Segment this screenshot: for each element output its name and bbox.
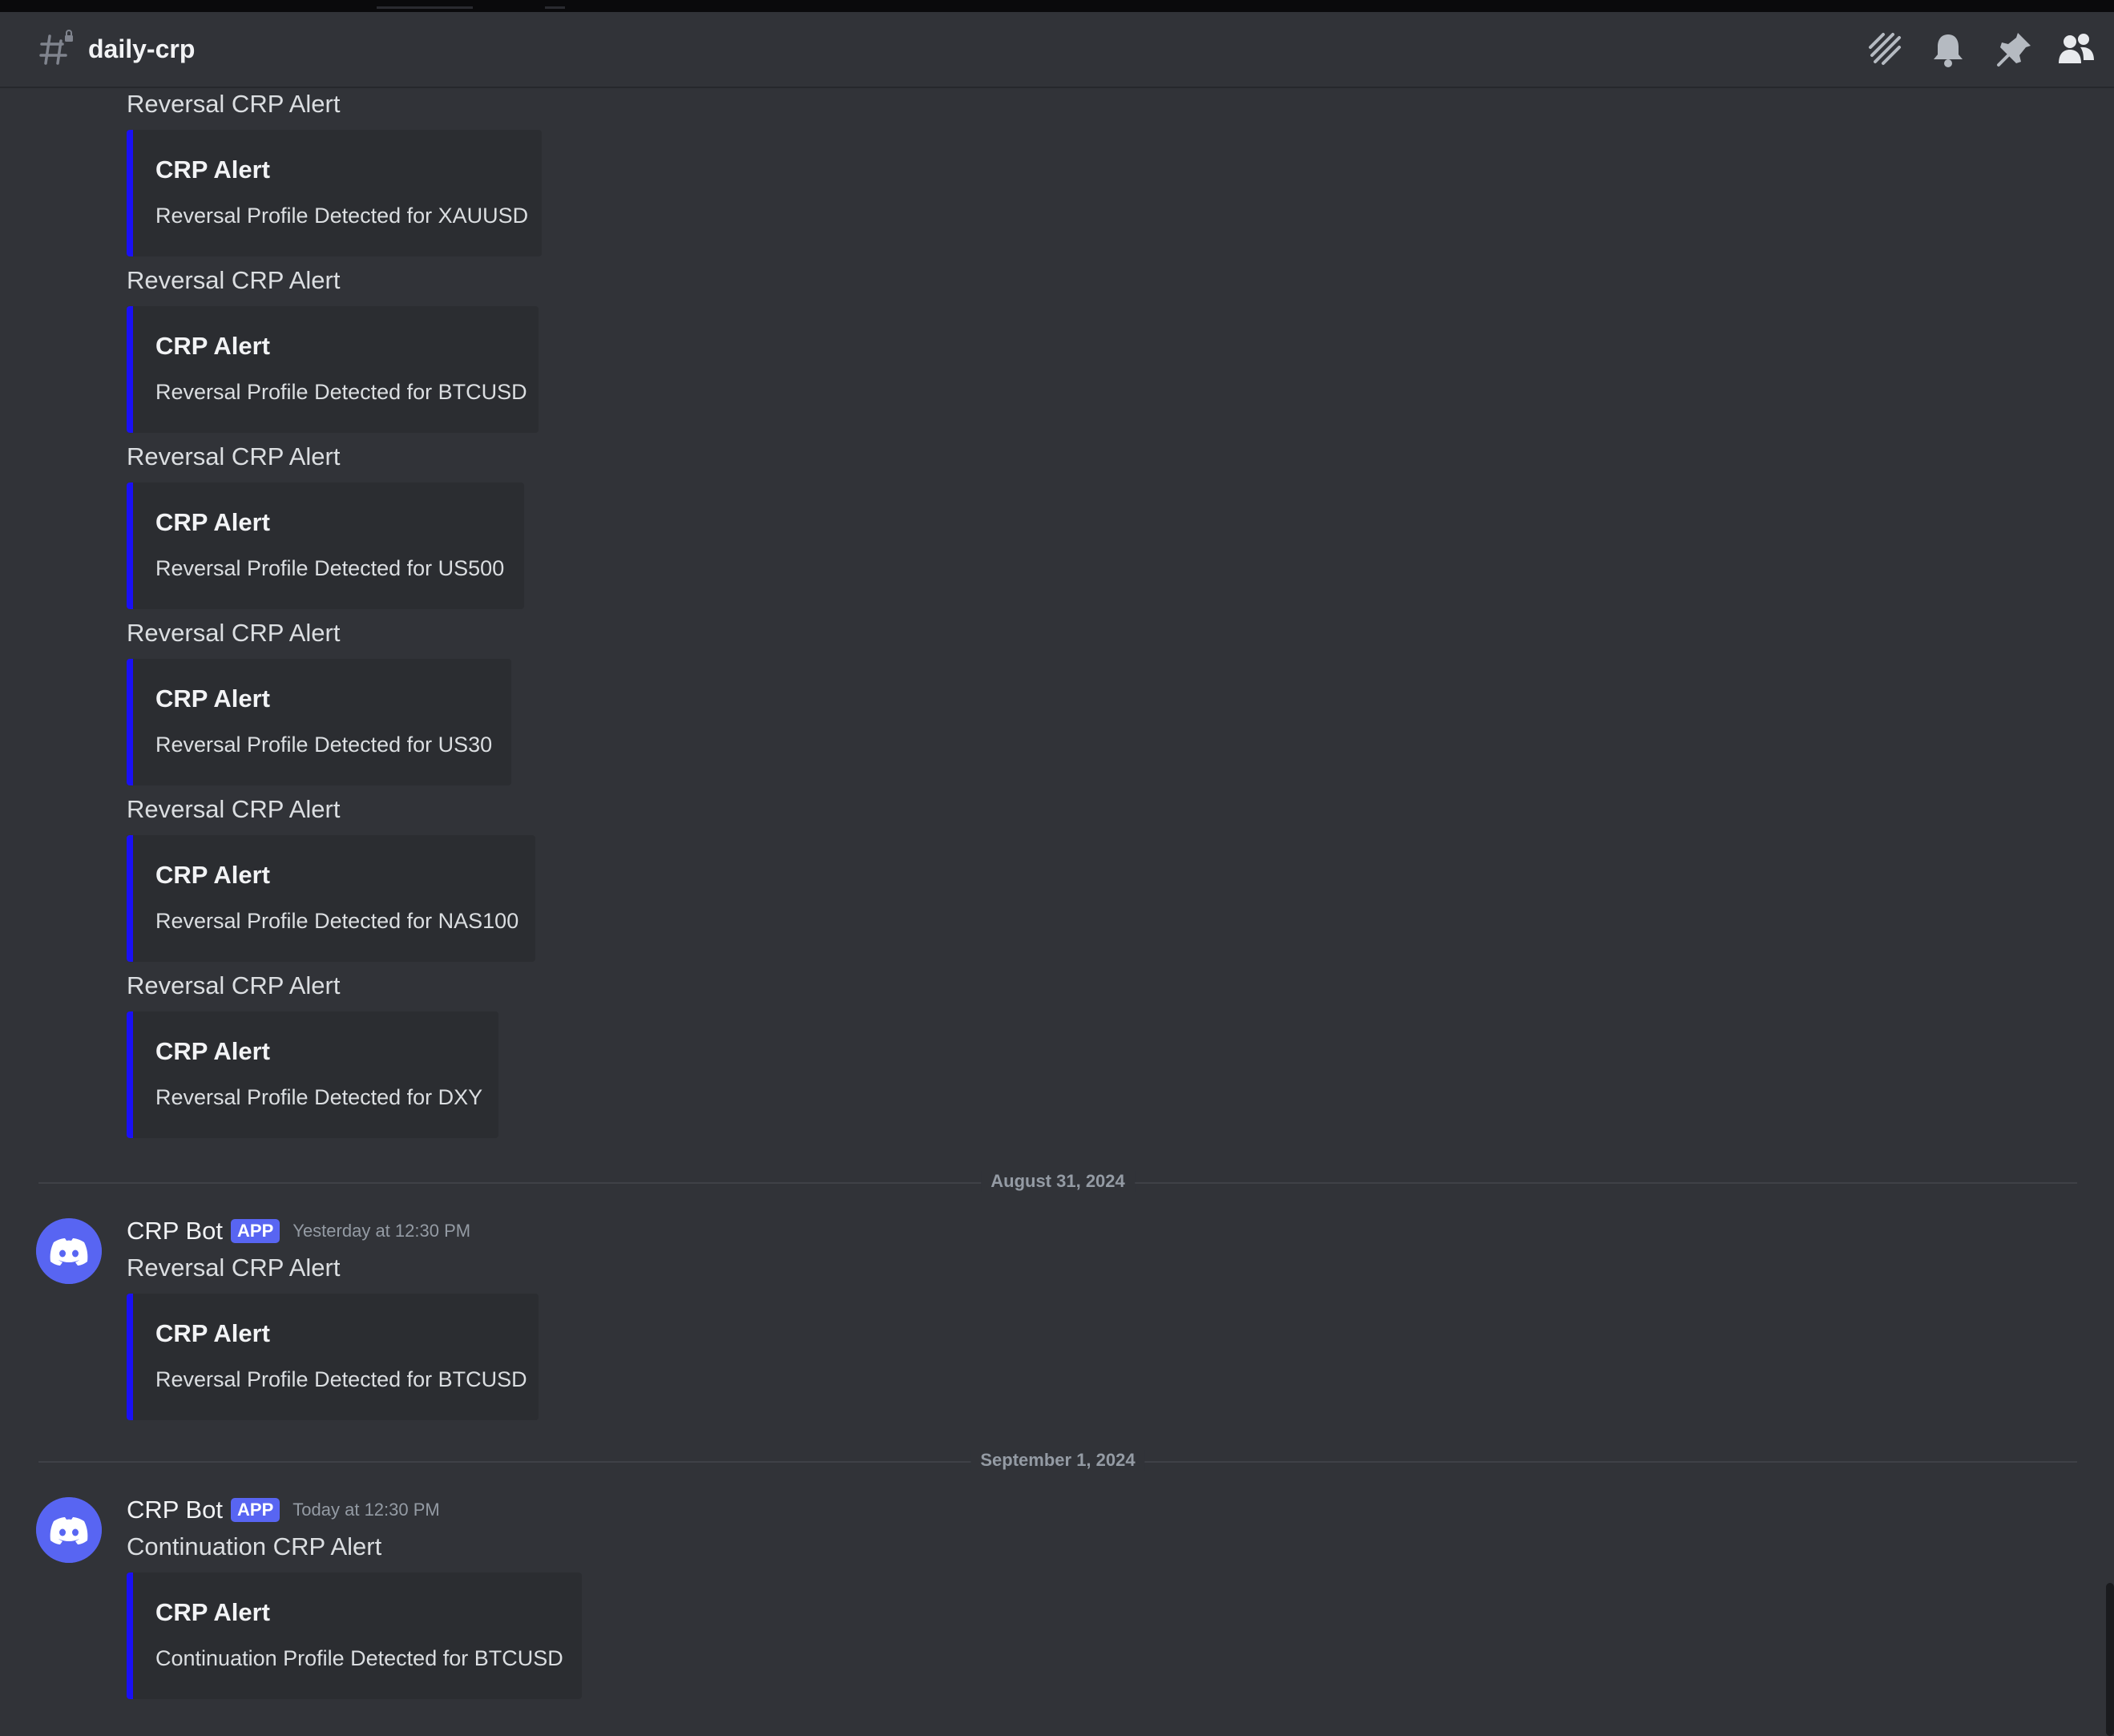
embed-title: CRP Alert — [155, 508, 270, 536]
bot-avatar[interactable] — [36, 1218, 102, 1284]
message-text: Reversal CRP Alert — [127, 971, 341, 999]
bell-icon[interactable] — [1928, 30, 1968, 70]
message-item[interactable]: Reversal CRP Alert CRP Alert Reversal Pr… — [127, 793, 535, 962]
alert-embed: CRP Alert Reversal Profile Detected for … — [127, 835, 535, 962]
date-divider-label: August 31, 2024 — [981, 1171, 1135, 1192]
channel-hash-icon — [39, 30, 73, 65]
threads-icon[interactable] — [1864, 30, 1904, 70]
channel-header: daily-crp — [0, 12, 2114, 88]
embed-title: CRP Alert — [155, 1319, 270, 1347]
date-divider: August 31, 2024 — [38, 1171, 2077, 1192]
app-badge: APP — [231, 1498, 280, 1522]
message-header: CRP Bot APP Today at 12:30 PM — [127, 1496, 440, 1524]
alert-embed: CRP Alert Reversal Profile Detected for … — [127, 1294, 539, 1420]
app-badge: APP — [231, 1219, 280, 1243]
message-list: Reversal CRP Alert CRP Alert Reversal Pr… — [0, 88, 2114, 1736]
strip-mark — [545, 6, 565, 9]
message-item[interactable]: Reversal CRP Alert CRP Alert Reversal Pr… — [127, 88, 542, 256]
bot-avatar[interactable] — [36, 1497, 102, 1563]
message-timestamp[interactable]: Yesterday at 12:30 PM — [292, 1221, 470, 1241]
message-timestamp[interactable]: Today at 12:30 PM — [292, 1500, 439, 1520]
embed-title: CRP Alert — [155, 155, 270, 184]
alert-embed: CRP Alert Reversal Profile Detected for … — [127, 1011, 498, 1138]
discord-window: daily-crp Reversal CRP Alert CRP Alert R… — [0, 0, 2114, 1736]
embed-title: CRP Alert — [155, 861, 270, 889]
alert-embed: CRP Alert Reversal Profile Detected for … — [127, 306, 539, 433]
channel-name[interactable]: daily-crp — [88, 33, 195, 65]
message-text: Reversal CRP Alert — [127, 795, 341, 823]
embed-description: Reversal Profile Detected for XAUUSD — [155, 204, 529, 228]
date-divider: September 1, 2024 — [38, 1450, 2077, 1471]
embed-title: CRP Alert — [155, 1037, 270, 1065]
embed-title: CRP Alert — [155, 1598, 270, 1626]
scrollbar-thumb[interactable] — [2106, 1583, 2114, 1736]
message-text: Reversal CRP Alert — [127, 266, 341, 294]
message-header: CRP Bot APP Yesterday at 12:30 PM — [127, 1217, 470, 1245]
strip-mark — [377, 6, 473, 9]
alert-embed: CRP Alert Continuation Profile Detected … — [127, 1572, 582, 1699]
message-text: Reversal CRP Alert — [127, 1254, 341, 1282]
embed-title: CRP Alert — [155, 332, 270, 360]
message-item[interactable]: Reversal CRP Alert CRP Alert Reversal Pr… — [127, 970, 498, 1138]
embed-description: Continuation Profile Detected for BTCUSD — [155, 1646, 563, 1670]
date-divider-label: September 1, 2024 — [970, 1450, 1145, 1471]
author-name[interactable]: CRP Bot — [127, 1217, 223, 1245]
window-top-strip — [0, 0, 2114, 12]
message-text: Reversal CRP Alert — [127, 442, 341, 470]
members-icon[interactable] — [2056, 30, 2096, 70]
embed-description: Reversal Profile Detected for US30 — [155, 733, 493, 757]
message-text: Reversal CRP Alert — [127, 619, 341, 647]
message-item[interactable]: Reversal CRP Alert CRP Alert Reversal Pr… — [127, 264, 539, 433]
embed-description: Reversal Profile Detected for US500 — [155, 556, 505, 580]
message-item[interactable]: Reversal CRP Alert CRP Alert Reversal Pr… — [127, 617, 511, 785]
alert-embed: CRP Alert Reversal Profile Detected for … — [127, 659, 511, 785]
alert-embed: CRP Alert Reversal Profile Detected for … — [127, 130, 542, 256]
pin-icon[interactable] — [1994, 30, 2034, 70]
author-name[interactable]: CRP Bot — [127, 1496, 223, 1524]
message-text: Reversal CRP Alert — [127, 90, 341, 118]
message-text: Continuation CRP Alert — [127, 1532, 382, 1560]
embed-description: Reversal Profile Detected for BTCUSD — [155, 380, 527, 404]
embed-description: Reversal Profile Detected for BTCUSD — [155, 1367, 527, 1391]
embed-description: Reversal Profile Detected for DXY — [155, 1085, 483, 1109]
message-item[interactable]: Reversal CRP Alert CRP Alert Reversal Pr… — [127, 1252, 539, 1420]
embed-description: Reversal Profile Detected for NAS100 — [155, 909, 519, 933]
message-item[interactable]: Continuation CRP Alert CRP Alert Continu… — [127, 1531, 582, 1699]
embed-title: CRP Alert — [155, 684, 270, 713]
message-item[interactable]: Reversal CRP Alert CRP Alert Reversal Pr… — [127, 441, 524, 609]
alert-embed: CRP Alert Reversal Profile Detected for … — [127, 482, 524, 609]
